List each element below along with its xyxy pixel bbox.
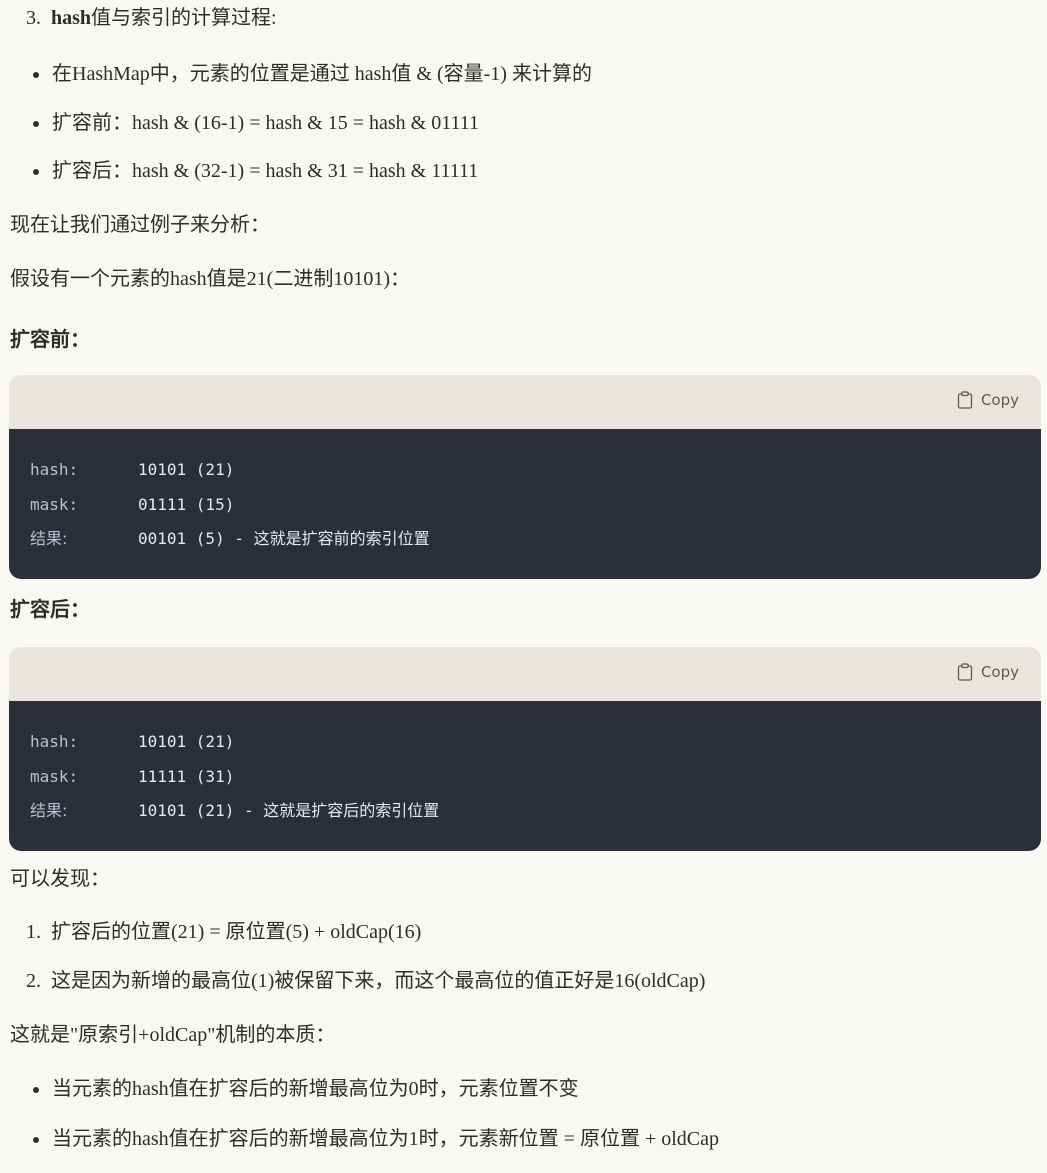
code-line: 结果: 10101 (21) - 这就是扩容后的索引位置 (30, 794, 1020, 829)
code-value: 10101 (21) (138, 460, 235, 479)
bullet-dot (33, 1137, 39, 1143)
section-number: 3. (26, 7, 41, 29)
finding-text: 扩容后的位置(21) = 原位置(5) + oldCap(16) (51, 921, 422, 943)
list-item: 在HashMap中，元素的位置是通过 hash值 & (容量-1) 来计算的 (52, 63, 592, 85)
bullet-dot (33, 1087, 39, 1093)
clipboard-icon (957, 663, 973, 681)
copy-label: Copy (980, 391, 1019, 409)
list-item: 当元素的hash值在扩容后的新增最高位为1时，元素新位置 = 原位置 + old… (52, 1128, 719, 1150)
copy-button[interactable]: Copy (957, 391, 1019, 409)
paragraph-example: 假设有一个元素的hash值是21(二进制10101)： (10, 268, 410, 290)
code-value: 10101 (21) (138, 732, 235, 751)
finding-text: 这是因为新增的最高位(1)被保留下来，而这个最高位的值正好是16(oldCap) (51, 970, 706, 992)
after-label: 扩容后： (10, 599, 90, 621)
code-value: 00101 (5) - 这就是扩容前的索引位置 (138, 529, 430, 548)
code-value: 11111 (31) (138, 766, 235, 786)
code-body: hash: 10101 (21) mask: 01111 (15) 结果: 00101… (9, 429, 1041, 579)
section-title-bold: hash (51, 7, 92, 29)
code-header: Copy (9, 647, 1041, 701)
code-block-before: Copy hash: 10101 (21) mask: 01111 (15) 结果:… (9, 375, 1041, 579)
code-key: mask: (30, 494, 79, 514)
code-line: 结果: 00101 (5) - 这就是扩容前的索引位置 (30, 522, 1020, 557)
section-title-rest: 值与索引的计算过程: (91, 7, 277, 29)
paragraph-analyze: 现在让我们通过例子来分析： (10, 214, 270, 236)
copy-button[interactable]: Copy (957, 663, 1019, 681)
code-line: mask: 01111 (15) (30, 488, 1020, 523)
code-value: 01111 (15) (138, 494, 235, 514)
code-header: Copy (9, 375, 1041, 429)
copy-label: Copy (980, 663, 1019, 681)
finding-number: 1. (26, 921, 41, 943)
code-value: 10101 (21) - 这就是扩容后的索引位置 (138, 801, 440, 820)
bullet-dot (33, 169, 39, 175)
code-key: hash: (30, 732, 79, 751)
code-body: hash: 10101 (21) mask: 11111 (31) 结果: 10101… (9, 701, 1041, 851)
bullet-dot (33, 72, 39, 78)
code-line: hash: 10101 (21) (30, 453, 1020, 488)
code-line: hash: 10101 (21) (30, 725, 1020, 760)
bullet-dot (33, 121, 39, 127)
paragraph-found: 可以发现： (10, 868, 110, 890)
code-key: 结果: (30, 801, 68, 820)
code-key: mask: (30, 766, 79, 786)
list-item: 扩容后：hash & (32-1) = hash & 31 = hash & 1… (52, 160, 479, 182)
clipboard-icon (957, 391, 973, 409)
list-item: 当元素的hash值在扩容后的新增最高位为0时，元素位置不变 (52, 1078, 579, 1100)
code-block-after: Copy hash: 10101 (21) mask: 11111 (31) 结果:… (9, 647, 1041, 851)
code-line: mask: 11111 (31) (30, 760, 1020, 795)
list-item: 扩容前：hash & (16-1) = hash & 15 = hash & 0… (52, 112, 479, 134)
code-key: hash: (30, 460, 79, 479)
code-key: 结果: (30, 529, 68, 548)
before-label: 扩容前： (10, 329, 90, 351)
finding-number: 2. (26, 970, 41, 992)
paragraph-essence: 这就是"原索引+oldCap"机制的本质： (10, 1024, 336, 1046)
section-title: hash值与索引的计算过程: (51, 4, 277, 32)
